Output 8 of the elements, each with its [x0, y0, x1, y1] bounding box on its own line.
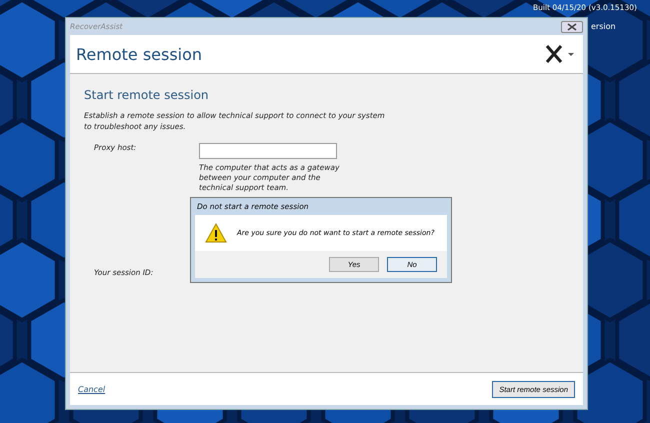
close-button[interactable]: [561, 20, 583, 32]
input-field[interactable]: [199, 142, 337, 158]
desktop-text: ersion: [591, 22, 616, 31]
page-heading: Remote session: [76, 44, 202, 64]
close-icon: [567, 22, 577, 30]
section-title: Start remote session: [84, 88, 210, 102]
warning-icon: [205, 223, 227, 243]
cancel-link[interactable]: Cancel: [78, 384, 106, 394]
